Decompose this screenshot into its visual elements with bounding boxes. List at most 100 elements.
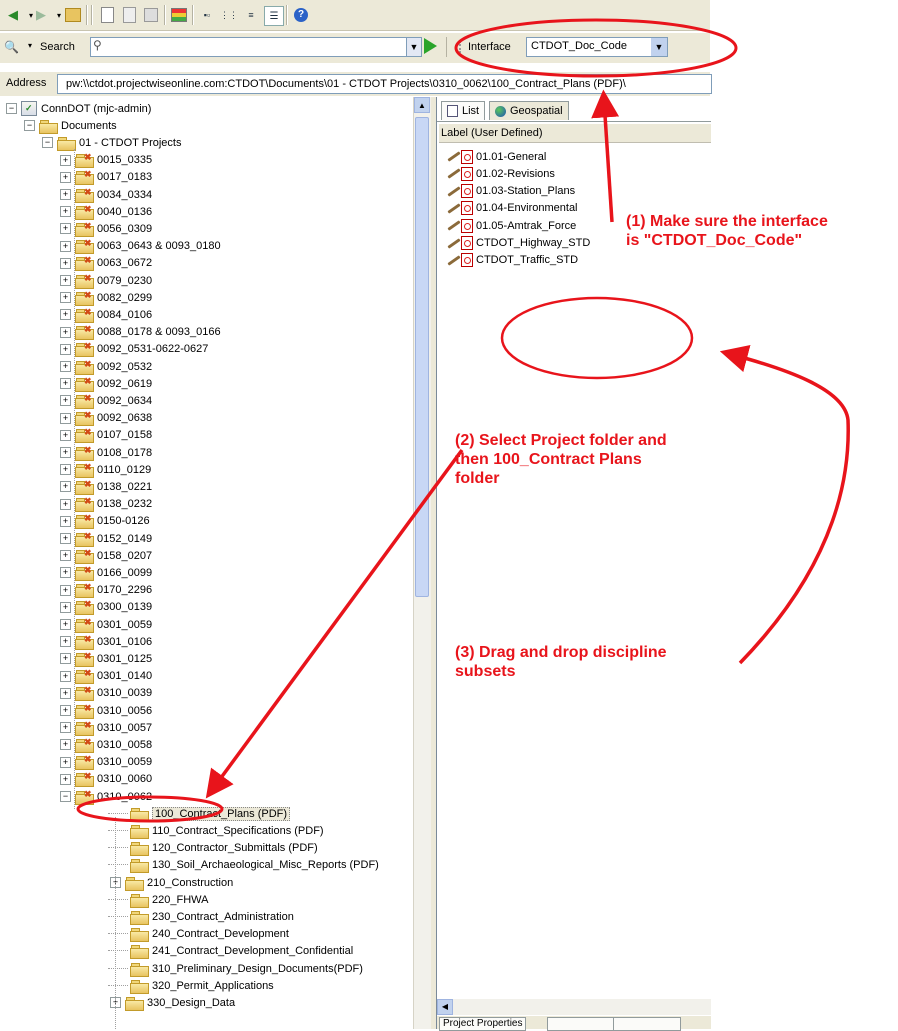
expand-icon[interactable]: +	[60, 206, 71, 218]
tree-node-root[interactable]: − ✓ ConnDOT (mjc-admin)	[6, 100, 151, 117]
expand-icon[interactable]: +	[60, 189, 71, 200]
tree-node-label: 0088_0178 & 0093_0166	[97, 326, 221, 339]
tree-node-subfolder[interactable]: 310_Preliminary_Design_Documents(PDF)	[108, 960, 363, 977]
tree-node-subfolder[interactable]: 230_Contract_Administration	[108, 908, 294, 925]
tree-node-subfolder[interactable]: 110_Contract_Specifications (PDF)	[108, 822, 324, 839]
expand-icon[interactable]: +	[60, 601, 71, 613]
tree-connector	[108, 847, 128, 849]
file-list-item[interactable]: CTDOT_Traffic_STD	[447, 252, 578, 269]
horizontal-scrollbar[interactable]: ◀	[437, 999, 711, 1015]
expand-icon[interactable]: +	[60, 722, 71, 734]
collapse-icon[interactable]: −	[6, 103, 17, 114]
expand-icon[interactable]: +	[60, 739, 71, 751]
expand-icon[interactable]: +	[60, 498, 71, 510]
expand-icon[interactable]: +	[60, 550, 71, 562]
expand-icon[interactable]: +	[60, 619, 71, 630]
expand-icon[interactable]: +	[60, 395, 71, 407]
expand-icon[interactable]: +	[60, 223, 71, 235]
tree-scrollbar[interactable]: ▲	[413, 97, 431, 1029]
expand-icon[interactable]: +	[60, 257, 71, 269]
file-list-item[interactable]: 01.01-General	[447, 148, 546, 165]
expand-icon[interactable]: +	[60, 309, 71, 321]
file-list-item[interactable]: 01.02-Revisions	[447, 165, 555, 182]
column-header-label[interactable]: Label (User Defined)	[439, 124, 711, 143]
tree-node-project[interactable]: + ✖ 0092_0531-0622-0627	[60, 341, 208, 358]
details-view-icon[interactable]: ☰	[264, 6, 284, 26]
up-folder-icon[interactable]	[64, 6, 82, 24]
grip-handle[interactable]	[459, 41, 466, 53]
expand-icon[interactable]: +	[60, 240, 71, 252]
search-dropdown-icon[interactable]: ▾	[28, 41, 32, 50]
expand-icon[interactable]: +	[60, 429, 71, 441]
list-view-icon[interactable]: ≡	[242, 6, 260, 24]
scroll-thumb[interactable]	[415, 117, 429, 597]
tree-node-subfolder[interactable]: 100_Contract_Plans (PDF)	[108, 805, 291, 822]
expand-icon[interactable]: +	[60, 154, 71, 166]
file-list-item[interactable]: 01.04-Environmental	[447, 200, 578, 217]
expand-icon[interactable]: +	[60, 756, 71, 768]
tree-node-subfolder[interactable]: 240_Contract_Development	[108, 926, 289, 943]
binoculars-icon[interactable]: 🔍	[4, 40, 19, 54]
tree-node-subfolder[interactable]: 220_FHWA	[108, 891, 208, 908]
expand-icon[interactable]: +	[60, 670, 71, 682]
file-list-item[interactable]: 01.03-Station_Plans	[447, 183, 575, 200]
expand-icon[interactable]: +	[60, 292, 71, 304]
expand-icon[interactable]: +	[60, 584, 71, 596]
expand-icon[interactable]: +	[60, 361, 71, 372]
tree-node-subfolder[interactable]: 120_Contractor_Submittals (PDF)	[108, 840, 318, 857]
folder-icon: ✖	[75, 634, 94, 650]
small-icons-view-icon[interactable]: ⋮⋮	[220, 6, 238, 24]
expand-icon[interactable]: +	[60, 533, 71, 544]
tree-node-subfolder[interactable]: 130_Soil_Archaeological_Misc_Reports (PD…	[108, 857, 379, 874]
tree-node-projects-folder[interactable]: − 01 - CTDOT Projects	[42, 134, 182, 151]
search-history-dropdown[interactable]: ▼	[406, 37, 422, 57]
tree-node-subfolder[interactable]: +330_Design_Data	[110, 994, 235, 1011]
expand-icon[interactable]: +	[60, 326, 71, 338]
tab-list[interactable]: List	[441, 101, 486, 120]
scroll-up-icon[interactable]: ▲	[414, 97, 430, 113]
tree-node-project[interactable]: + ✖ 0063_0643 & 0093_0180	[60, 238, 221, 255]
folder-icon: ✖	[75, 685, 94, 702]
expand-icon[interactable]: +	[60, 481, 71, 493]
scroll-left-icon[interactable]: ◀	[437, 999, 453, 1015]
tab-geospatial[interactable]: Geospatial	[489, 101, 569, 120]
expand-icon[interactable]: +	[60, 343, 71, 355]
forward-arrow-icon[interactable]: ▶	[32, 6, 50, 24]
expand-icon[interactable]: +	[60, 171, 71, 183]
tree-node-subfolder[interactable]: 241_Contract_Development_Confidential	[108, 943, 353, 960]
file-list-item[interactable]: 01.05-Amtrak_Force	[447, 217, 576, 234]
expand-icon[interactable]: +	[60, 773, 71, 785]
new-document-icon[interactable]	[98, 6, 116, 24]
expand-icon[interactable]: +	[60, 412, 71, 424]
properties-icon[interactable]	[142, 6, 160, 24]
expand-icon[interactable]: +	[60, 636, 71, 648]
search-input[interactable]: ⚲	[90, 37, 408, 57]
tree-node-documents[interactable]: − Documents	[24, 117, 117, 134]
expand-icon[interactable]: +	[60, 567, 71, 579]
expand-icon[interactable]: +	[60, 378, 71, 390]
address-field[interactable]: pw:\\ctdot.projectwiseonline.com:CTDOT\D…	[57, 74, 712, 94]
collapse-icon[interactable]: −	[42, 137, 53, 149]
edit-document-icon[interactable]	[120, 6, 138, 24]
interface-select[interactable]: CTDOT_Doc_Code ▼	[526, 37, 668, 57]
workflow-icon[interactable]	[170, 6, 188, 24]
go-search-icon[interactable]	[424, 38, 437, 54]
tree-node-project[interactable]: + ✖ 0088_0178 & 0093_0166	[60, 324, 221, 341]
interface-dropdown-icon[interactable]: ▼	[651, 38, 667, 56]
collapse-icon[interactable]: −	[24, 120, 35, 132]
back-arrow-icon[interactable]: ◀	[4, 6, 22, 24]
expand-icon[interactable]: +	[60, 515, 71, 527]
expand-icon[interactable]: +	[60, 705, 71, 716]
collapse-icon[interactable]: −	[60, 791, 71, 802]
large-icons-view-icon[interactable]: ▪▫	[198, 6, 216, 24]
tree-node-subfolder[interactable]: 320_Permit_Applications	[108, 977, 274, 994]
expand-icon[interactable]: +	[60, 464, 71, 476]
expand-icon[interactable]: +	[60, 275, 71, 286]
help-icon[interactable]: ?	[292, 6, 310, 24]
expand-icon[interactable]: +	[60, 687, 71, 699]
expand-icon[interactable]: +	[60, 653, 71, 665]
file-list-item[interactable]: CTDOT_Highway_STD	[447, 235, 590, 252]
tree-node-label: 0017_0183	[97, 171, 153, 184]
tree-node-subfolder[interactable]: +210_Construction	[110, 874, 233, 891]
expand-icon[interactable]: +	[60, 447, 71, 458]
